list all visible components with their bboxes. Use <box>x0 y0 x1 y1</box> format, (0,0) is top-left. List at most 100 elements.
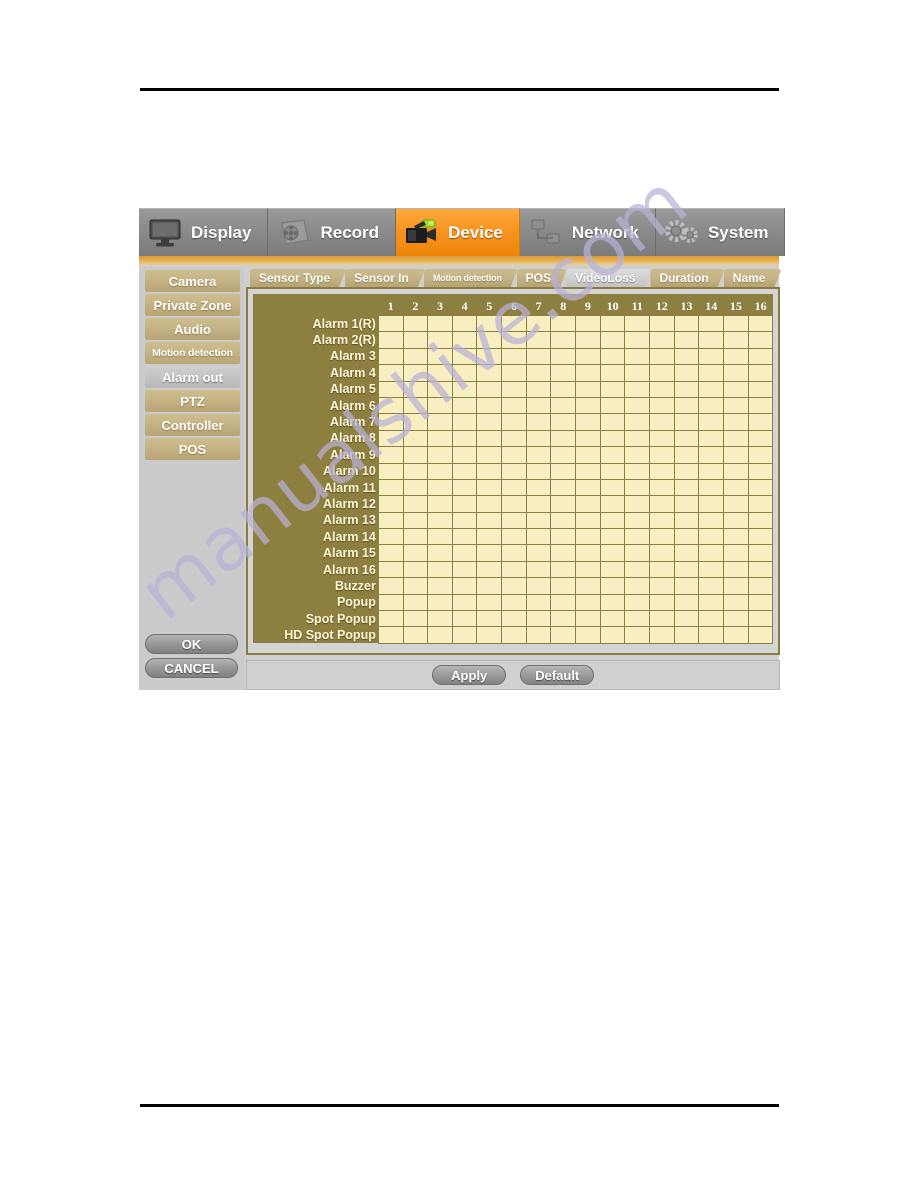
matrix-cell[interactable] <box>476 593 503 612</box>
matrix-cell[interactable] <box>698 396 725 415</box>
matrix-cell[interactable] <box>723 462 749 480</box>
matrix-cell[interactable] <box>525 528 552 546</box>
matrix-cell[interactable] <box>624 495 651 513</box>
matrix-cell[interactable] <box>402 626 429 644</box>
matrix-cell[interactable] <box>451 446 478 464</box>
matrix-cell[interactable] <box>747 446 774 464</box>
matrix-cell[interactable] <box>575 380 601 398</box>
matrix-cell[interactable] <box>377 593 404 612</box>
matrix-cell[interactable] <box>649 577 675 595</box>
matrix-cell[interactable] <box>698 380 725 398</box>
matrix-cell[interactable] <box>649 544 675 562</box>
matrix-cell[interactable] <box>747 364 774 382</box>
matrix-cell[interactable] <box>476 544 503 562</box>
matrix-cell[interactable] <box>501 610 527 628</box>
matrix-cell[interactable] <box>575 495 601 513</box>
matrix-cell[interactable] <box>698 462 725 480</box>
matrix-cell[interactable] <box>599 528 626 546</box>
matrix-cell[interactable] <box>525 380 552 398</box>
matrix-cell[interactable] <box>476 314 503 333</box>
matrix-cell[interactable] <box>599 593 626 612</box>
ok-button[interactable]: OK <box>145 634 238 654</box>
matrix-cell[interactable] <box>624 610 651 628</box>
matrix-cell[interactable] <box>377 380 404 398</box>
matrix-cell[interactable] <box>501 478 527 497</box>
matrix-cell[interactable] <box>550 462 577 480</box>
matrix-cell[interactable] <box>451 560 478 579</box>
sidebar-item-audio[interactable]: Audio <box>145 318 240 340</box>
matrix-cell[interactable] <box>698 331 725 349</box>
matrix-cell[interactable] <box>723 396 749 415</box>
matrix-cell[interactable] <box>550 577 577 595</box>
matrix-cell[interactable] <box>377 560 404 579</box>
matrix-cell[interactable] <box>599 314 626 333</box>
matrix-cell[interactable] <box>402 314 429 333</box>
matrix-cell[interactable] <box>698 626 725 644</box>
matrix-cell[interactable] <box>377 347 404 366</box>
matrix-cell[interactable] <box>599 462 626 480</box>
matrix-cell[interactable] <box>451 610 478 628</box>
matrix-cell[interactable] <box>599 364 626 382</box>
matrix-cell[interactable] <box>599 560 626 579</box>
matrix-cell[interactable] <box>501 331 527 349</box>
matrix-cell[interactable] <box>575 314 601 333</box>
matrix-cell[interactable] <box>649 347 675 366</box>
matrix-cell[interactable] <box>402 446 429 464</box>
matrix-cell[interactable] <box>599 429 626 448</box>
matrix-cell[interactable] <box>476 380 503 398</box>
sidebar-item-pos[interactable]: POS <box>145 438 240 460</box>
matrix-cell[interactable] <box>501 446 527 464</box>
matrix-cell[interactable] <box>501 577 527 595</box>
matrix-cell[interactable] <box>673 495 700 513</box>
matrix-cell[interactable] <box>723 478 749 497</box>
matrix-cell[interactable] <box>599 544 626 562</box>
matrix-cell[interactable] <box>723 429 749 448</box>
matrix-cell[interactable] <box>599 610 626 628</box>
matrix-cell[interactable] <box>575 528 601 546</box>
matrix-cell[interactable] <box>550 528 577 546</box>
matrix-cell[interactable] <box>649 560 675 579</box>
matrix-cell[interactable] <box>747 544 774 562</box>
matrix-cell[interactable] <box>599 478 626 497</box>
tab-videoloss[interactable]: VideoLoss <box>566 269 651 287</box>
matrix-cell[interactable] <box>525 429 552 448</box>
matrix-cell[interactable] <box>698 347 725 366</box>
matrix-cell[interactable] <box>624 577 651 595</box>
menu-item-record[interactable]: Record <box>268 208 397 256</box>
matrix-cell[interactable] <box>451 396 478 415</box>
matrix-cell[interactable] <box>427 380 453 398</box>
matrix-cell[interactable] <box>476 577 503 595</box>
matrix-cell[interactable] <box>451 380 478 398</box>
matrix-cell[interactable] <box>673 626 700 644</box>
matrix-cell[interactable] <box>624 429 651 448</box>
matrix-cell[interactable] <box>525 462 552 480</box>
matrix-cell[interactable] <box>747 413 774 431</box>
matrix-cell[interactable] <box>747 380 774 398</box>
cancel-button[interactable]: CANCEL <box>145 658 238 678</box>
matrix-cell[interactable] <box>476 626 503 644</box>
matrix-cell[interactable] <box>599 396 626 415</box>
matrix-cell[interactable] <box>649 429 675 448</box>
matrix-cell[interactable] <box>649 528 675 546</box>
matrix-cell[interactable] <box>427 610 453 628</box>
matrix-cell[interactable] <box>747 577 774 595</box>
matrix-cell[interactable] <box>624 511 651 530</box>
matrix-cell[interactable] <box>476 610 503 628</box>
matrix-cell[interactable] <box>427 593 453 612</box>
matrix-cell[interactable] <box>649 446 675 464</box>
matrix-cell[interactable] <box>599 626 626 644</box>
matrix-cell[interactable] <box>747 528 774 546</box>
matrix-cell[interactable] <box>525 593 552 612</box>
matrix-cell[interactable] <box>747 610 774 628</box>
matrix-cell[interactable] <box>747 495 774 513</box>
matrix-cell[interactable] <box>501 364 527 382</box>
matrix-cell[interactable] <box>525 446 552 464</box>
matrix-cell[interactable] <box>698 364 725 382</box>
matrix-cell[interactable] <box>476 560 503 579</box>
matrix-cell[interactable] <box>673 380 700 398</box>
matrix-cell[interactable] <box>624 331 651 349</box>
matrix-cell[interactable] <box>550 593 577 612</box>
matrix-cell[interactable] <box>525 347 552 366</box>
matrix-cell[interactable] <box>550 478 577 497</box>
matrix-cell[interactable] <box>402 495 429 513</box>
